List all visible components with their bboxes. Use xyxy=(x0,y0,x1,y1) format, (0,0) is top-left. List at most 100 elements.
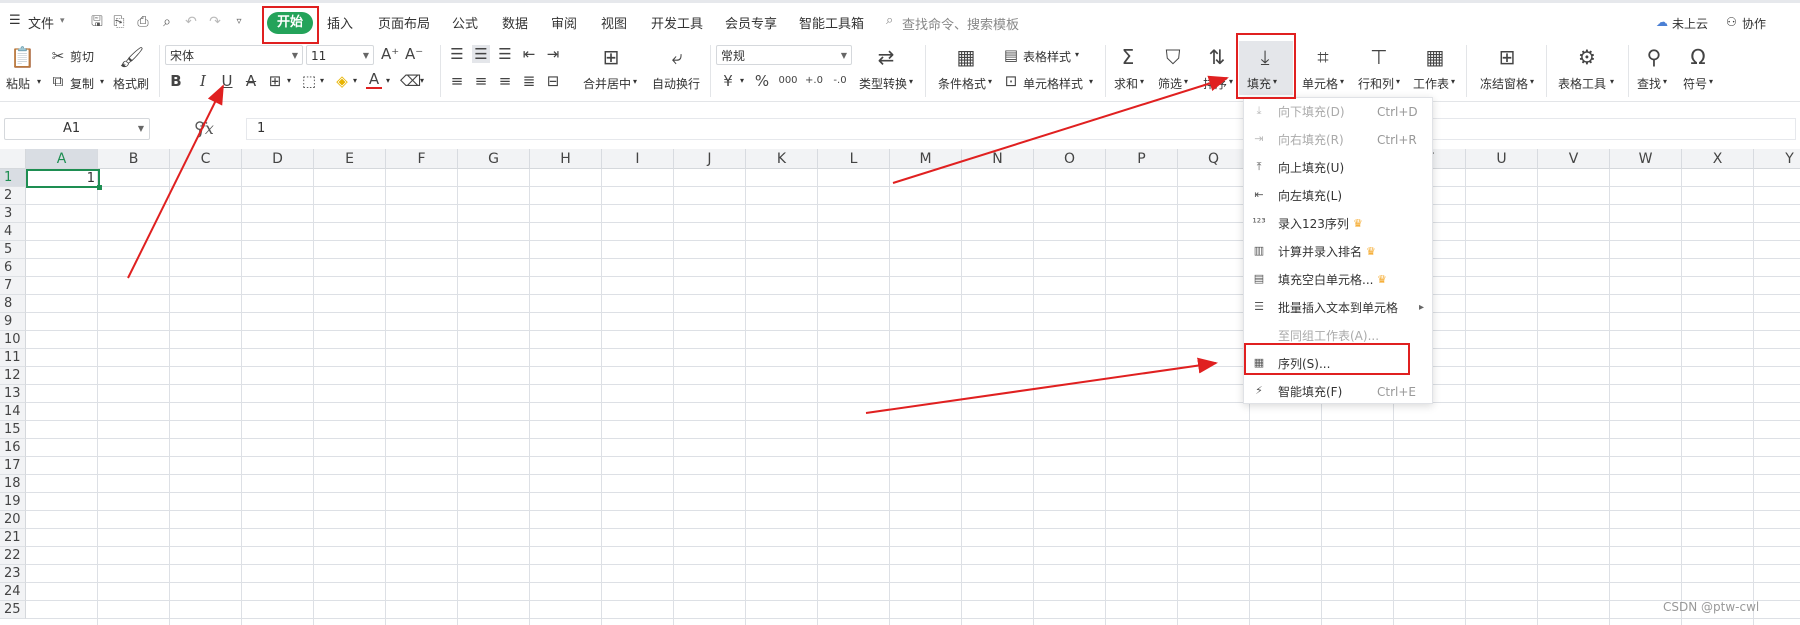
filter-dropdown-icon[interactable]: ▾ xyxy=(1184,77,1188,86)
command-search[interactable]: 查找命令、搜索模板 xyxy=(902,14,1019,33)
paste-icon[interactable]: 📋 xyxy=(10,46,35,68)
fill-menu-item[interactable]: ⚡ 智能填充(F) Ctrl+E xyxy=(1244,380,1432,404)
save-icon[interactable]: 🖫 xyxy=(88,13,106,31)
column-header[interactable]: P xyxy=(1106,149,1178,169)
cell-style-button[interactable]: 单元格样式 xyxy=(1023,75,1083,92)
row-header[interactable]: 10 xyxy=(0,331,26,349)
fill-button[interactable]: 填充 xyxy=(1247,75,1271,92)
freeze-panes-icon[interactable]: ⊞ xyxy=(1494,46,1520,68)
column-header[interactable]: M xyxy=(890,149,962,169)
column-header[interactable]: A xyxy=(26,149,98,169)
sum-dropdown-icon[interactable]: ▾ xyxy=(1140,77,1144,86)
cloud-status[interactable]: 未上云 xyxy=(1672,15,1708,32)
fx-icon[interactable]: fx xyxy=(199,119,214,138)
cell-button[interactable]: 单元格 xyxy=(1302,75,1338,92)
fill-menu-item[interactable]: ⤓ 向下填充(D) Ctrl+D xyxy=(1244,100,1432,124)
merge-center-icon[interactable]: ⊞ xyxy=(598,46,624,68)
name-box[interactable]: A1 ▼ xyxy=(4,118,150,140)
spreadsheet-grid[interactable]: ABCDEFGHIJKLMNOPQRSTUVWXY 12345678910111… xyxy=(0,149,1800,625)
tab-insert[interactable]: 插入 xyxy=(327,13,353,32)
cell-icon[interactable]: ⌗ xyxy=(1310,46,1336,68)
row-header[interactable]: 8 xyxy=(0,295,26,313)
column-header[interactable]: H xyxy=(530,149,602,169)
row-header[interactable]: 19 xyxy=(0,493,26,511)
row-header[interactable]: 9 xyxy=(0,313,26,331)
border-icon[interactable]: ⊞ xyxy=(267,72,283,90)
freeze-dropdown-icon[interactable]: ▾ xyxy=(1530,77,1534,86)
column-header[interactable]: B xyxy=(98,149,170,169)
copy-button[interactable]: 复制 xyxy=(70,75,94,92)
row-header[interactable]: 1 xyxy=(0,169,26,187)
tab-page-layout[interactable]: 页面布局 xyxy=(378,13,430,32)
column-header[interactable]: G xyxy=(458,149,530,169)
strikethrough-button[interactable]: A xyxy=(243,72,259,90)
print-preview-icon[interactable]: ⌕ xyxy=(158,13,176,31)
row-header[interactable]: 3 xyxy=(0,205,26,223)
fill-menu-item[interactable]: ☰ 批量插入文本到单元格 ▸ xyxy=(1244,296,1432,320)
fill-color-dropdown-icon[interactable]: ▾ xyxy=(353,76,357,85)
justify-icon[interactable]: ≣ xyxy=(520,72,538,90)
fill-menu-item[interactable]: 至同组工作表(A)... xyxy=(1244,324,1432,348)
fill-down-arrow-icon[interactable]: ⤓ xyxy=(1252,46,1278,68)
export-icon[interactable]: ⎘ xyxy=(110,13,128,31)
row-header[interactable]: 15 xyxy=(0,421,26,439)
fill-menu-item[interactable]: ⇥ 向右填充(R) Ctrl+R xyxy=(1244,128,1432,152)
align-left-icon[interactable]: ≡ xyxy=(448,72,466,90)
column-header[interactable]: C xyxy=(170,149,242,169)
format-painter-button[interactable]: 格式刷 xyxy=(113,75,149,92)
clear-dropdown-icon[interactable]: ▾ xyxy=(420,76,424,85)
sum-icon[interactable]: Σ xyxy=(1116,46,1140,68)
align-right-icon[interactable]: ≡ xyxy=(496,72,514,90)
column-header[interactable]: E xyxy=(314,149,386,169)
align-top-icon[interactable]: ☰ xyxy=(448,45,466,63)
table-tools-button[interactable]: 表格工具 xyxy=(1558,75,1606,92)
align-bottom-icon[interactable]: ☰ xyxy=(496,45,514,63)
fill-color-icon[interactable]: ◈ xyxy=(333,72,351,90)
redo-icon[interactable]: ↷ xyxy=(206,13,224,31)
hamburger-icon[interactable]: ☰ xyxy=(9,13,21,28)
formula-input[interactable]: 1 xyxy=(246,118,1796,140)
worksheet-icon[interactable]: ▦ xyxy=(1422,46,1448,68)
column-header[interactable]: O xyxy=(1034,149,1106,169)
paste-dropdown-icon[interactable]: ▾ xyxy=(37,77,41,86)
row-header[interactable]: 4 xyxy=(0,223,26,241)
file-menu[interactable]: 文件 xyxy=(28,13,54,32)
align-center-icon[interactable]: ≡ xyxy=(472,72,490,90)
fill-style-dropdown-icon[interactable]: ▾ xyxy=(320,76,324,85)
conditional-format-icon[interactable]: ▦ xyxy=(953,46,979,68)
tab-developer[interactable]: 开发工具 xyxy=(651,13,703,32)
row-col-dropdown-icon[interactable]: ▾ xyxy=(1396,77,1400,86)
tab-view[interactable]: 视图 xyxy=(601,13,627,32)
bold-button[interactable]: B xyxy=(168,72,184,90)
sort-icon[interactable]: ⇅ xyxy=(1205,46,1229,68)
fill-menu-item[interactable]: ▥ 计算并录入排名 ♛ xyxy=(1244,240,1432,264)
tab-smart-toolbox[interactable]: 智能工具箱 xyxy=(799,13,864,32)
chevron-down-icon[interactable]: ▾ xyxy=(60,16,65,26)
decrease-indent-icon[interactable]: ⇤ xyxy=(520,45,538,63)
cond-format-dropdown-icon[interactable]: ▾ xyxy=(988,77,992,86)
column-header[interactable]: W xyxy=(1610,149,1682,169)
merge-center-button[interactable]: 合并居中 xyxy=(583,75,631,92)
row-header[interactable]: 12 xyxy=(0,367,26,385)
cell-fill-style-icon[interactable]: ⬚ xyxy=(300,72,318,90)
row-header[interactable]: 17 xyxy=(0,457,26,475)
sum-button[interactable]: 求和 xyxy=(1114,75,1138,92)
thousands-button[interactable]: 000 xyxy=(777,72,799,90)
font-size-select[interactable]: 11 ▼ xyxy=(306,45,374,65)
wrap-text-button[interactable]: 自动换行 xyxy=(652,75,700,92)
font-color-dropdown-icon[interactable]: ▾ xyxy=(386,76,390,85)
quick-access-dropdown-icon[interactable]: ▿ xyxy=(230,13,248,31)
tab-member[interactable]: 会员专享 xyxy=(725,13,777,32)
find-button[interactable]: 查找 xyxy=(1637,75,1661,92)
column-header[interactable]: N xyxy=(962,149,1034,169)
sort-button[interactable]: 排序 xyxy=(1203,75,1227,92)
number-format-select[interactable]: 常规 ▼ xyxy=(716,45,852,65)
copy-dropdown-icon[interactable]: ▾ xyxy=(100,77,104,86)
row-header[interactable]: 2 xyxy=(0,187,26,205)
table-style-button[interactable]: 表格样式 xyxy=(1023,48,1071,65)
format-painter-icon[interactable]: 🖌 xyxy=(119,46,144,68)
increase-decimal-icon[interactable]: +.0 xyxy=(803,72,825,90)
distribute-icon[interactable]: ⊟ xyxy=(544,72,562,90)
type-convert-button[interactable]: 类型转换 xyxy=(859,75,907,92)
column-header[interactable]: Q xyxy=(1178,149,1250,169)
